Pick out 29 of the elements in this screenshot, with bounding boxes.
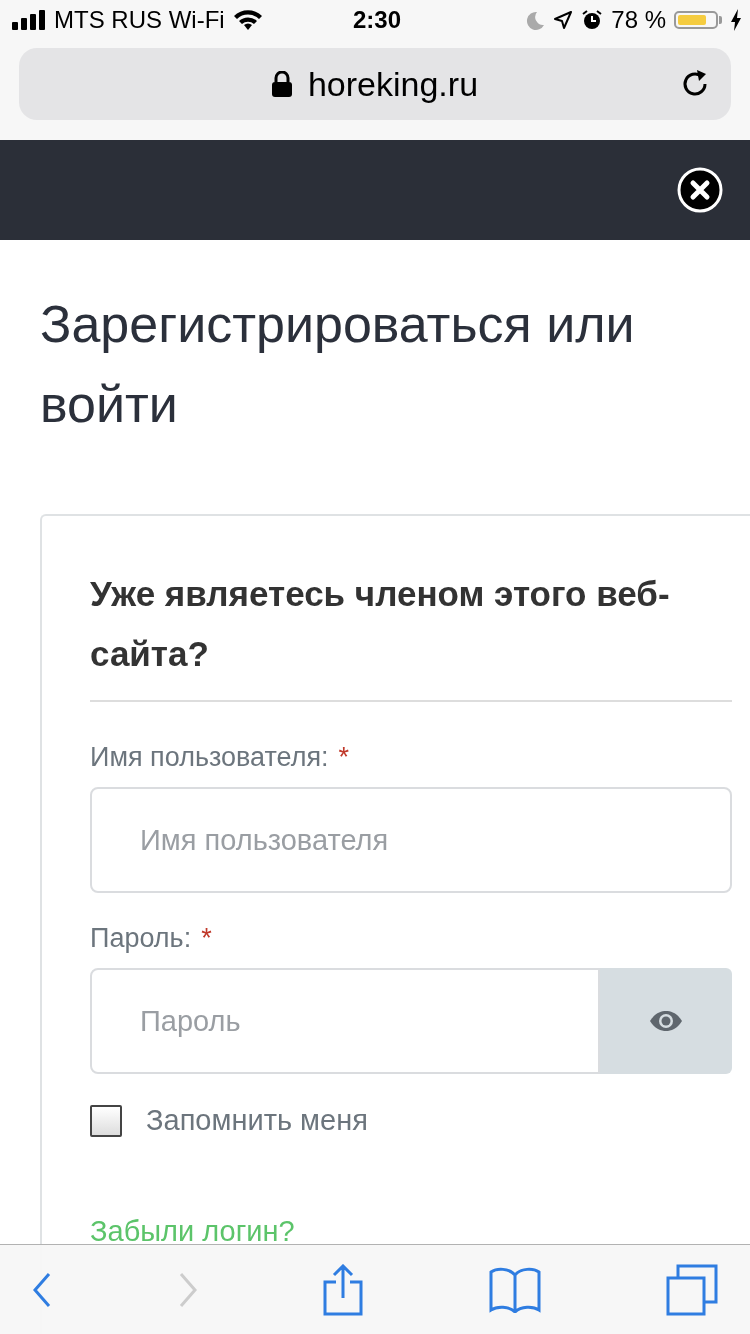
required-mark: * [201,923,212,954]
moon-icon [525,10,546,30]
input-field[interactable]: Пароль [90,968,600,1074]
battery-icon [674,11,718,29]
field-label: Имя пользователя: [90,742,329,773]
location-arrow-icon [553,10,574,30]
field-label: Пароль: [90,923,192,954]
signal-icon [12,10,46,30]
open-book-icon[interactable] [488,1266,541,1313]
alarm-clock-icon [581,9,604,31]
required-mark: * [338,742,350,773]
address-bar[interactable]: horeking.ru [19,48,731,120]
charging-bolt-icon [730,9,742,31]
carrier-name: MTS RUS Wi-Fi [54,6,225,34]
clock-time: 2:30 [352,6,401,34]
input-field[interactable]: Имя пользователя [90,787,732,893]
wifi-icon [232,9,263,31]
back-icon[interactable] [32,1271,52,1308]
checkbox[interactable] [90,1104,122,1137]
url-text: horeking.ru [307,64,479,104]
show-password-button[interactable] [600,968,732,1074]
checkbox-label: Запомнить меня [146,1104,368,1137]
close-icon[interactable] [677,167,723,213]
tabs-icon[interactable] [666,1263,718,1316]
page-title: Зарегистрироваться или войти [40,294,636,435]
eye-icon [649,1010,683,1032]
battery-percent: 78 % [611,6,666,34]
share-icon[interactable] [323,1263,363,1316]
card-heading: Уже являетесь членом этого веб-сайта? [90,573,671,675]
